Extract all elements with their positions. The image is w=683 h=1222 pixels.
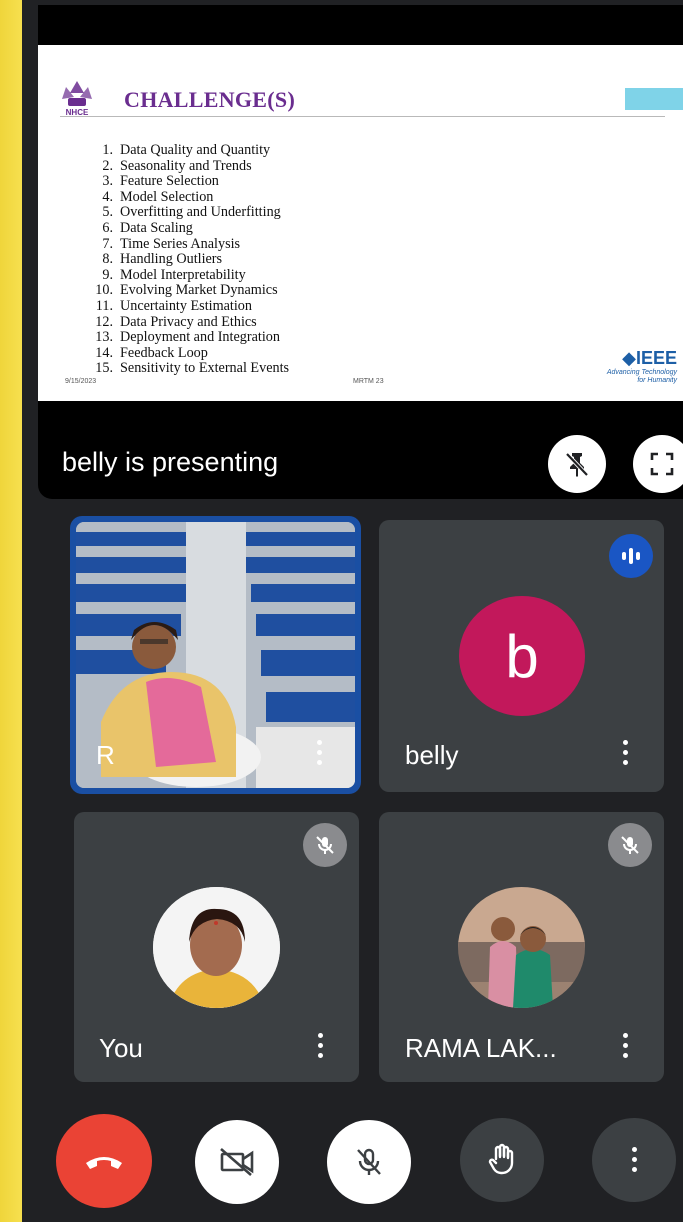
challenge-number: 5. <box>102 204 113 221</box>
raise-hand-button[interactable] <box>460 1118 544 1202</box>
muted-badge <box>608 823 652 867</box>
challenge-text: Deployment and Integration <box>120 329 280 346</box>
challenge-text: Model Interpretability <box>120 266 246 283</box>
challenge-text: Handling Outliers <box>120 251 223 268</box>
slide-date: 9/15/2023 <box>65 378 97 385</box>
challenge-text: Seasonality and Trends <box>120 157 252 174</box>
more-vert-icon[interactable] <box>315 1033 325 1063</box>
avatar <box>458 887 585 1008</box>
ieee-tagline-2: for Humanity <box>637 377 677 384</box>
college-logo: NHCE <box>62 81 92 117</box>
challenge-number: 1. <box>102 142 113 158</box>
challenge-number: 3. <box>102 173 113 190</box>
ieee-tagline-1: Advancing Technology <box>606 369 677 376</box>
challenge-item: 3. Feature Selection <box>85 174 289 190</box>
challenge-text: Model Selection <box>120 188 214 205</box>
challenge-text: Overfitting and Underfitting <box>120 204 281 221</box>
challenge-number: 7. <box>102 235 113 252</box>
participant-name: You <box>99 1033 143 1063</box>
challenge-text: Feature Selection <box>120 173 219 190</box>
challenge-number: 14. <box>95 344 113 361</box>
challenge-item: 5. Overfitting and Underfitting <box>85 205 289 221</box>
challenge-item: 8. Handling Outliers <box>85 252 289 268</box>
challenge-item: 9. Model Interpretability <box>85 266 289 284</box>
ieee-brand: IEEE <box>635 348 677 368</box>
challenge-item: 10. Evolving Market Dynamics <box>85 283 289 299</box>
challenge-item: 11. Uncertainty Estimation <box>85 297 289 315</box>
challenge-text: Data Quality and Quantity <box>120 142 271 158</box>
participant-tile-r[interactable]: R <box>70 516 361 794</box>
challenge-text: Data Scaling <box>120 219 193 236</box>
avatar <box>153 887 280 1008</box>
challenge-item: 14. Feedback Loop <box>85 344 289 362</box>
challenge-number: 13. <box>95 329 113 346</box>
challenge-item: 15. Sensitivity to External Events <box>85 361 289 377</box>
challenge-text: Evolving Market Dynamics <box>120 282 278 299</box>
challenges-list: 1. Data Quality and Quantity 2. Seasonality… <box>85 142 289 377</box>
challenge-item: 13. Deployment and Integration <box>85 330 289 346</box>
challenge-number: 8. <box>102 251 113 268</box>
challenge-item: 2. Seasonality and Trends <box>85 157 289 175</box>
camera-toggle-button[interactable] <box>195 1120 279 1204</box>
speaking-indicator <box>609 534 653 578</box>
participant-name: R <box>96 740 115 770</box>
participant-tile-belly[interactable]: b belly <box>379 520 664 792</box>
profile-photo <box>458 887 585 1008</box>
challenge-number: 15. <box>95 360 113 377</box>
participant-tile-you[interactable]: You <box>74 812 359 1082</box>
fullscreen-icon <box>650 452 674 476</box>
unpin-button[interactable] <box>548 435 606 493</box>
challenge-number: 2. <box>102 157 113 174</box>
challenge-number: 11. <box>95 297 113 314</box>
unpin-icon <box>565 452 589 477</box>
challenge-number: 9. <box>102 266 113 283</box>
presenting-status: belly is presenting <box>62 447 279 477</box>
challenge-text: Feedback Loop <box>120 344 208 361</box>
challenge-number: 10. <box>95 282 113 299</box>
slide-title: CHALLENGE(S) <box>124 87 296 112</box>
slide-footer-code: MRTM 23 <box>353 378 384 385</box>
challenge-number: 6. <box>102 219 113 236</box>
challenge-item: 12. Data Privacy and Ethics <box>85 313 289 331</box>
muted-badge <box>303 823 347 867</box>
challenge-item: 7. Time Series Analysis <box>85 235 289 253</box>
ieee-diamond-icon: ◆ <box>622 348 636 368</box>
status-bar <box>38 5 683 45</box>
end-call-button[interactable] <box>56 1114 152 1208</box>
mic-toggle-button[interactable] <box>327 1120 411 1204</box>
participant-tile-rama[interactable]: RAMA LAK... <box>379 812 664 1082</box>
more-vert-icon <box>629 1146 639 1174</box>
mic-off-icon <box>316 836 334 854</box>
challenge-text: Time Series Analysis <box>120 235 241 252</box>
avatar-initial: b <box>505 622 539 690</box>
accent-bar <box>625 88 683 110</box>
challenge-text: Data Privacy and Ethics <box>120 313 257 330</box>
challenge-item: 6. Data Scaling <box>85 219 289 237</box>
more-options-button[interactable] <box>592 1118 676 1202</box>
challenge-number: 12. <box>95 313 113 330</box>
more-vert-icon[interactable] <box>620 1033 630 1063</box>
challenge-text: Sensitivity to External Events <box>120 360 290 377</box>
more-vert-icon[interactable] <box>620 740 630 770</box>
camera-off-icon <box>220 1148 254 1176</box>
challenge-item: 1. Data Quality and Quantity <box>85 142 289 159</box>
challenge-text: Uncertainty Estimation <box>120 297 252 314</box>
more-vert-icon[interactable] <box>314 740 324 770</box>
audio-level-icon <box>622 548 640 564</box>
challenge-number: 4. <box>102 188 113 205</box>
hang-up-icon <box>86 1157 122 1169</box>
title-divider <box>60 116 665 117</box>
participant-name: RAMA LAK... <box>405 1033 557 1063</box>
ieee-logo: ◆IEEE Advancing Technology for Humanity <box>607 348 677 385</box>
fullscreen-button[interactable] <box>633 435 683 493</box>
challenge-item: 4. Model Selection <box>85 188 289 206</box>
mic-off-icon <box>357 1148 381 1175</box>
profile-photo <box>153 887 280 1008</box>
mic-off-icon <box>621 836 639 854</box>
shared-slide: NHCE CHALLENGE(S) 1. Data Quality and Qua… <box>38 45 683 401</box>
avatar: b <box>459 596 585 716</box>
hand-icon <box>488 1143 514 1175</box>
participant-name: belly <box>405 740 459 770</box>
